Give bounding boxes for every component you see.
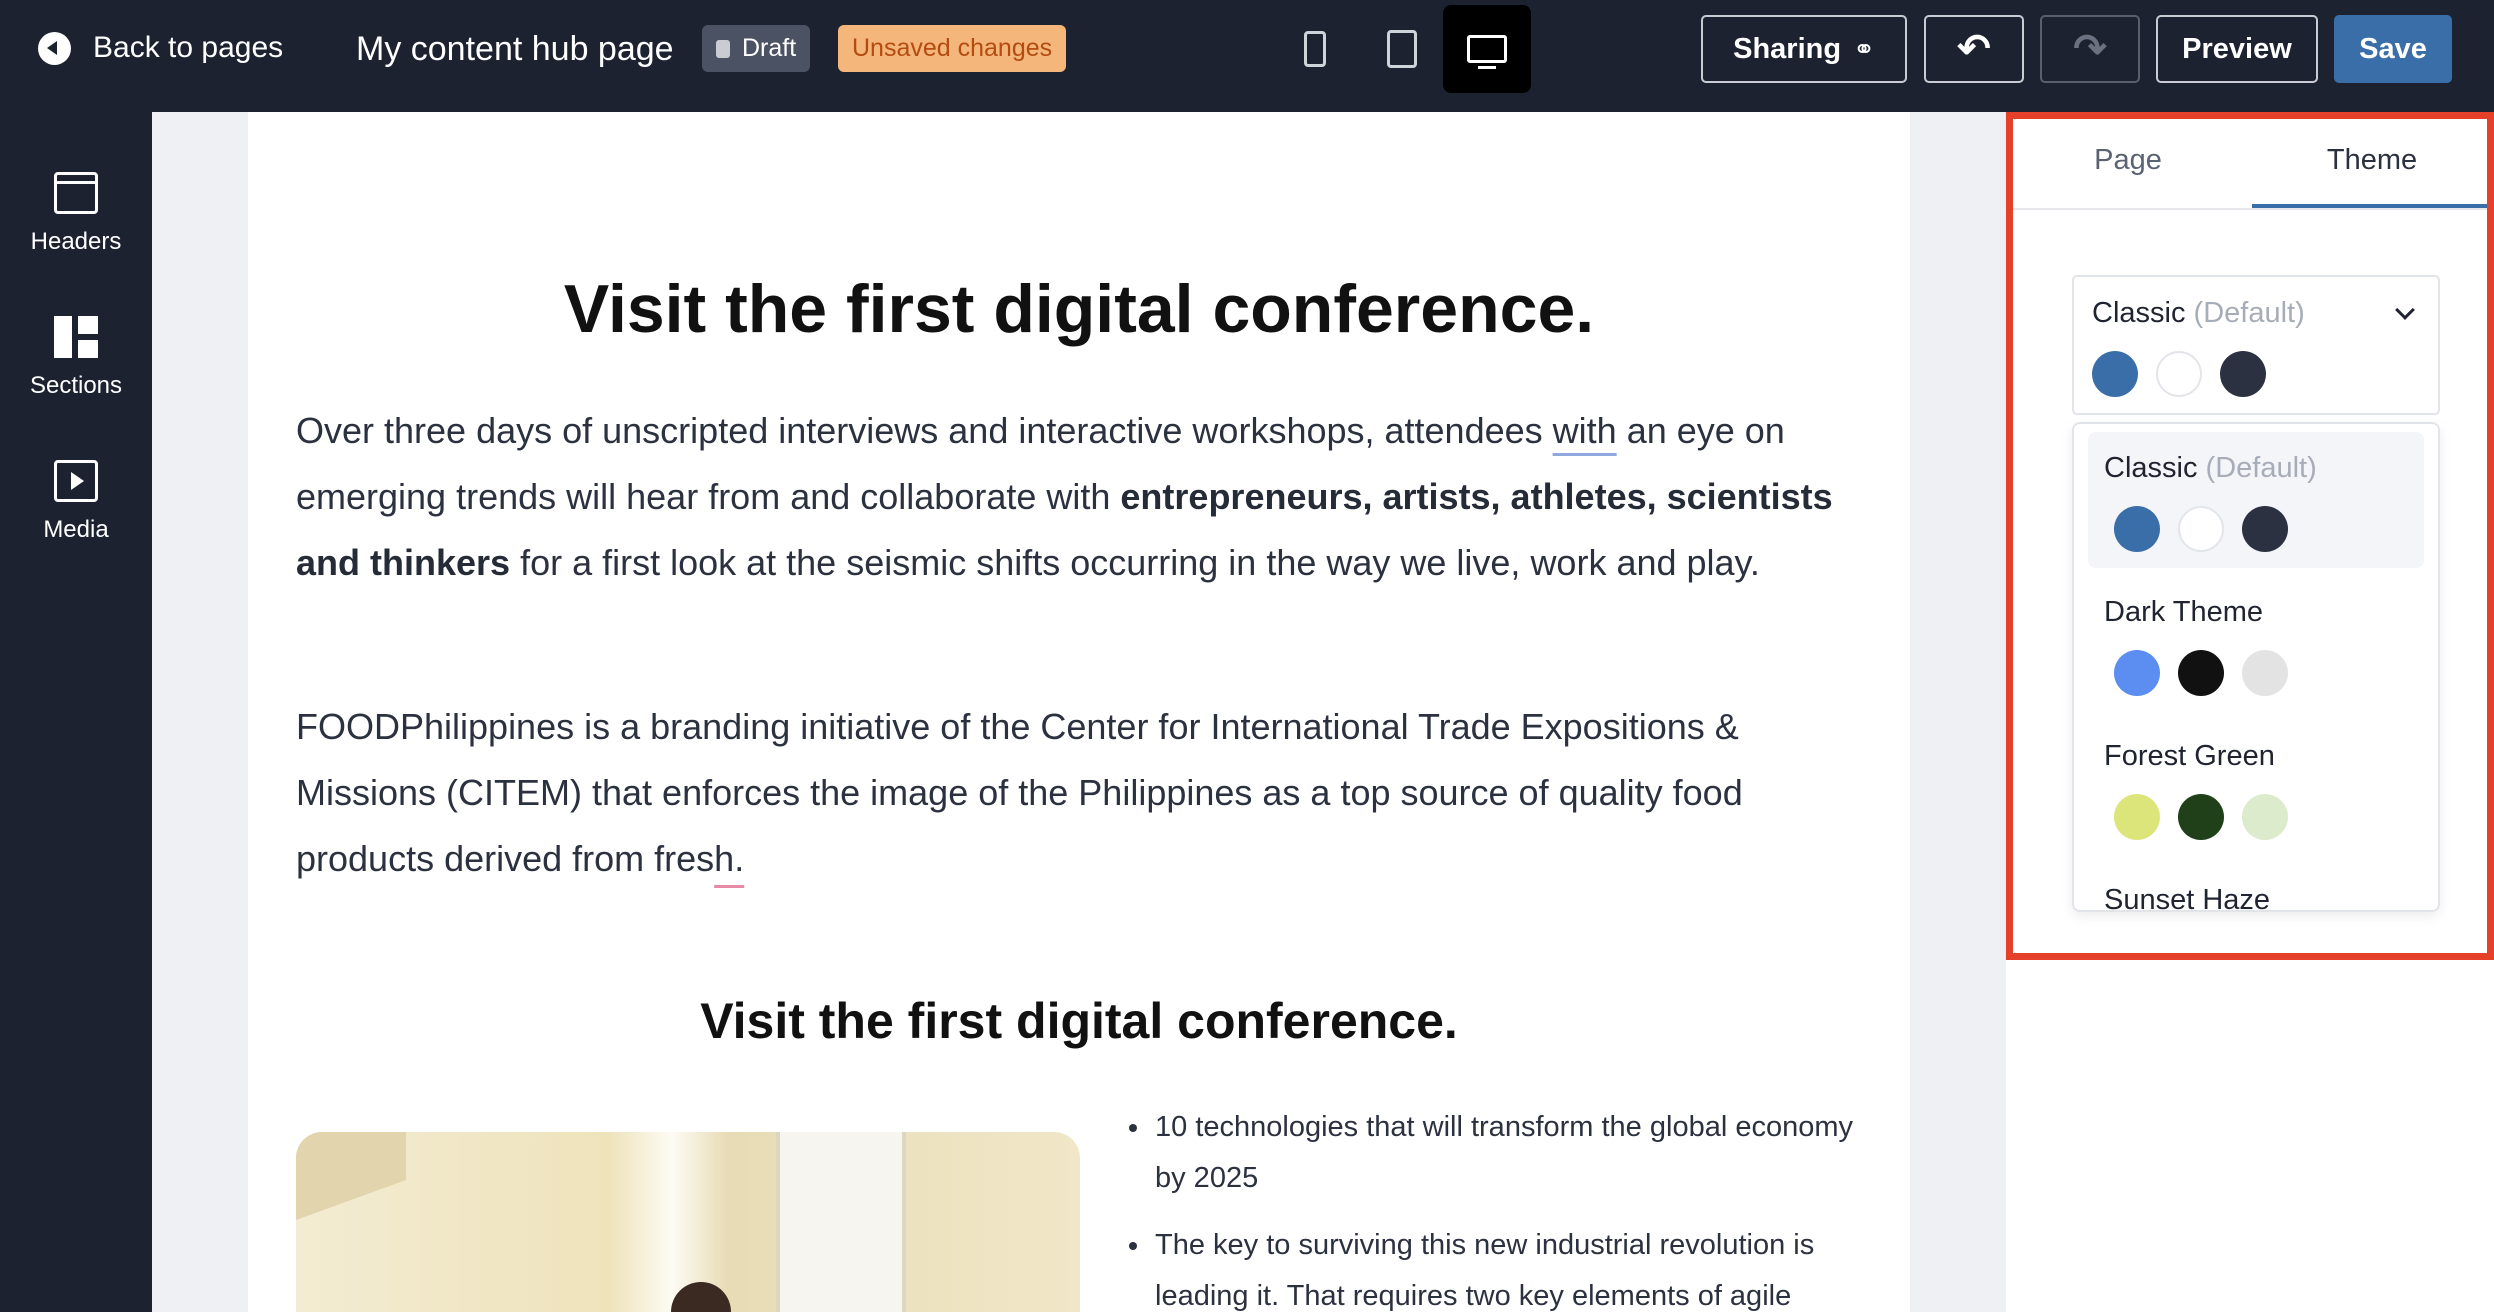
theme-option-classic[interactable]: Classic (Default)	[2088, 432, 2424, 568]
draft-icon	[716, 39, 730, 58]
theme-option-sunset-haze[interactable]: Sunset Haze	[2088, 864, 2424, 912]
draft-label: Draft	[742, 34, 797, 62]
content-subheading[interactable]: Visit the first digital conference.	[248, 992, 1910, 1050]
color-swatch	[2156, 351, 2202, 397]
sharing-label: Sharing	[1733, 32, 1842, 65]
redo-button[interactable]: ↷	[2040, 15, 2140, 83]
color-swatch	[2178, 794, 2224, 840]
theme-dropdown: Classic (Default) Dark Theme Forest Gree…	[2072, 422, 2440, 912]
desktop-view-button[interactable]	[1443, 5, 1531, 93]
spell-flag-word: with	[1552, 410, 1617, 451]
theme-select[interactable]: Classic (Default)	[2072, 275, 2440, 415]
sharing-button[interactable]: Sharing ⚭	[1701, 15, 1907, 83]
color-swatch	[2242, 794, 2288, 840]
selected-theme-label: Classic (Default)	[2092, 297, 2305, 329]
desktop-icon	[1467, 35, 1507, 69]
theme-swatches	[2114, 650, 2306, 696]
media-icon	[54, 460, 98, 502]
theme-swatches	[2092, 351, 2284, 397]
headers-icon	[54, 172, 98, 214]
mobile-icon	[1304, 31, 1326, 67]
share-icon: ⚭	[1853, 33, 1875, 64]
left-sidebar: Headers Sections Media	[0, 112, 152, 1312]
mobile-view-button[interactable]	[1271, 5, 1359, 93]
settings-panel: Page Theme Classic (Default) Classic (De…	[2006, 112, 2494, 1312]
sidebar-item-label: Headers	[30, 228, 122, 255]
preview-button[interactable]: Preview	[2156, 15, 2318, 83]
sections-icon	[54, 316, 98, 358]
unsaved-changes-badge: Unsaved changes	[838, 25, 1067, 72]
theme-option-label: Forest Green	[2104, 740, 2275, 772]
tab-divider	[2006, 208, 2494, 210]
chevron-down-icon	[2395, 300, 2415, 320]
conference-photo[interactable]	[296, 1132, 1080, 1312]
draft-badge: Draft	[702, 25, 811, 72]
undo-icon: ↶	[1957, 27, 1991, 71]
color-swatch	[2114, 794, 2160, 840]
tablet-view-button[interactable]	[1358, 5, 1446, 93]
bullet-list[interactable]: 10 technologies that will transform the …	[1123, 1102, 1883, 1312]
theme-swatches	[2114, 506, 2306, 552]
color-swatch	[2092, 351, 2138, 397]
back-arrow-icon	[38, 31, 71, 65]
tab-page[interactable]: Page	[2006, 112, 2250, 208]
page-title: My content hub page	[356, 30, 674, 68]
sidebar-item-headers[interactable]: Headers	[0, 172, 152, 292]
list-item: The key to surviving this new industrial…	[1123, 1220, 1883, 1312]
color-swatch	[2242, 650, 2288, 696]
save-button[interactable]: Save	[2334, 15, 2452, 83]
content-paragraph[interactable]: Over three days of unscripted interviews…	[296, 398, 1876, 596]
tab-theme[interactable]: Theme	[2250, 112, 2494, 208]
theme-option-forest-green[interactable]: Forest Green	[2088, 720, 2424, 856]
color-swatch	[2242, 506, 2288, 552]
para-text: FOODPhilippines is a branding initiative…	[296, 706, 1743, 879]
color-swatch	[2114, 650, 2160, 696]
color-swatch	[2178, 506, 2224, 552]
color-swatch	[2114, 506, 2160, 552]
para-text: Over three days of unscripted interviews…	[296, 410, 1553, 451]
tablet-icon	[1387, 30, 1417, 68]
top-toolbar: Back to pages My content hub page Draft …	[0, 0, 2494, 112]
content-heading[interactable]: Visit the first digital conference.	[248, 270, 1910, 348]
color-swatch	[2220, 351, 2266, 397]
theme-option-label: Dark Theme	[2104, 596, 2264, 628]
sidebar-item-sections[interactable]: Sections	[0, 316, 152, 436]
theme-option-label: Classic (Default)	[2104, 452, 2317, 484]
theme-option-dark[interactable]: Dark Theme	[2088, 576, 2424, 712]
sidebar-item-label: Sections	[29, 372, 123, 399]
spell-flag-word: h.	[714, 838, 745, 879]
theme-option-label: Sunset Haze	[2104, 884, 2271, 912]
back-to-pages-label: Back to pages	[93, 31, 284, 64]
theme-swatches	[2114, 794, 2306, 840]
sidebar-item-media[interactable]: Media	[0, 460, 152, 580]
redo-icon: ↷	[2073, 27, 2107, 71]
page-canvas[interactable]: Visit the first digital conference. Over…	[248, 112, 1910, 1312]
content-paragraph[interactable]: FOODPhilippines is a branding initiative…	[296, 694, 1876, 892]
para-text: for a first look at the seismic shifts o…	[510, 542, 1760, 583]
color-swatch	[2178, 650, 2224, 696]
undo-button[interactable]: ↶	[1924, 15, 2024, 83]
back-to-pages-button[interactable]: Back to pages	[38, 28, 283, 68]
list-item: 10 technologies that will transform the …	[1123, 1102, 1883, 1204]
sidebar-item-label: Media	[43, 516, 109, 543]
